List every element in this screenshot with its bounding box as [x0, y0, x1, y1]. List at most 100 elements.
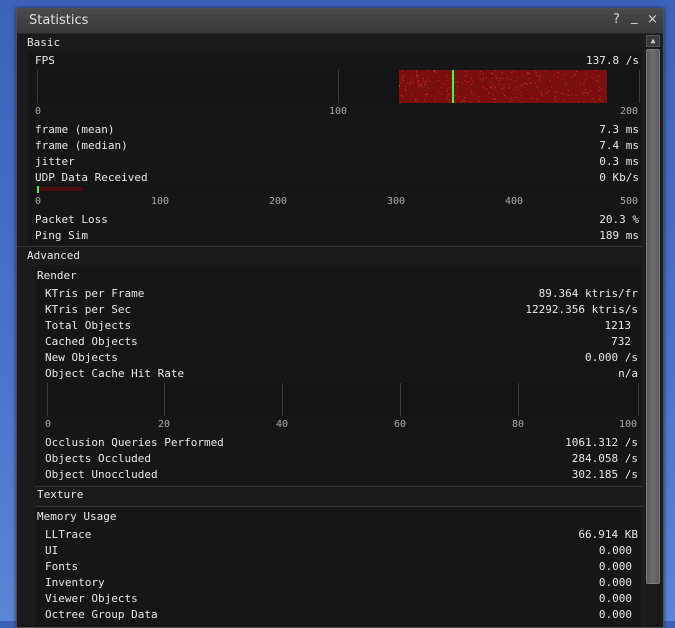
frame-median-row[interactable]: frame (median) 7.4 ms — [35, 138, 639, 154]
fps-sample-dot — [587, 93, 588, 94]
fps-sample-dot — [405, 90, 406, 91]
udp-label: UDP Data Received — [35, 170, 148, 186]
lltrace-row[interactable]: LLTrace 66.914 KB — [45, 527, 638, 543]
udp-range-bar — [40, 187, 82, 191]
close-button[interactable]: × — [647, 12, 658, 28]
render-section-header[interactable]: Render — [37, 268, 77, 284]
stats-content: Basic FPS 137.8 /s 0 100 200 frame (mean… — [17, 34, 643, 627]
occlusion-row[interactable]: Occlusion Queries Performed 1061.312 /s — [45, 435, 638, 451]
fps-sample-dot — [526, 83, 527, 84]
fps-sample-dot — [424, 85, 425, 86]
fps-sample-dot — [554, 99, 555, 100]
fps-sample-dot — [521, 86, 522, 87]
fps-sample-dot — [483, 74, 484, 75]
texture-section-header[interactable]: Texture — [37, 487, 83, 503]
fps-sample-dot — [449, 101, 450, 102]
fps-sample-dot — [583, 92, 584, 93]
fps-sample-dot — [465, 71, 466, 72]
ping-sim-row[interactable]: Ping Sim 189 ms — [35, 228, 639, 244]
fps-row[interactable]: FPS 137.8 /s — [35, 53, 639, 69]
total-objects-row[interactable]: Total Objects 1213 — [45, 318, 631, 334]
udp-tick-label: 400 — [505, 196, 523, 208]
advanced-section-header[interactable]: Advanced — [27, 248, 80, 264]
unoccluded-row[interactable]: Object Unoccluded 302.185 /s — [45, 467, 638, 483]
fps-sample-dot — [490, 82, 491, 83]
cache-hit-row[interactable]: Object Cache Hit Rate n/a — [45, 366, 638, 382]
fps-sample-dot — [599, 87, 600, 88]
new-objects-row[interactable]: New Objects 0.000 /s — [45, 350, 638, 366]
occluded-label: Objects Occluded — [45, 451, 151, 467]
memory-section-header[interactable]: Memory Usage — [37, 509, 116, 525]
scroll-up-arrow-icon[interactable]: ▲ — [646, 35, 660, 47]
udp-row[interactable]: UDP Data Received 0 Kb/s — [35, 170, 639, 186]
help-button[interactable]: ? — [613, 12, 620, 28]
ui-memory-row[interactable]: UI 0.000 — [45, 543, 632, 559]
ktris-frame-label: KTris per Frame — [45, 286, 144, 302]
fps-sample-dot — [437, 92, 438, 93]
minimize-button[interactable]: _ — [631, 10, 638, 26]
fps-sample-dot — [480, 71, 481, 72]
fps-sample-dot — [523, 75, 524, 76]
jitter-label: jitter — [35, 154, 75, 170]
fonts-memory-row[interactable]: Fonts 0.000 — [45, 559, 632, 575]
fps-sample-dot — [558, 73, 559, 74]
fps-graph[interactable] — [37, 70, 640, 103]
fps-sample-dot — [457, 89, 458, 90]
fps-sample-dot — [478, 73, 479, 74]
fps-sample-dot — [576, 71, 577, 72]
udp-tick-label: 200 — [269, 196, 287, 208]
fps-sample-dot — [531, 83, 532, 84]
fps-sample-dot — [563, 100, 564, 101]
scroll-thumb[interactable] — [646, 49, 660, 584]
frame-mean-row[interactable]: frame (mean) 7.3 ms — [35, 122, 639, 138]
basic-section-header[interactable]: Basic — [27, 35, 60, 51]
packet-loss-row[interactable]: Packet Loss 20.3 % — [35, 212, 639, 228]
ping-sim-value: 189 ms — [599, 228, 639, 244]
fps-tick-label: 0 — [35, 106, 41, 118]
jitter-row[interactable]: jitter 0.3 ms — [35, 154, 639, 170]
fps-sample-dot — [513, 81, 514, 82]
fps-sample-dot — [520, 95, 521, 96]
cache-hit-graph[interactable] — [47, 383, 639, 416]
frame-mean-value: 7.3 ms — [599, 122, 639, 138]
inventory-memory-row[interactable]: Inventory 0.000 — [45, 575, 632, 591]
ktris-sec-row[interactable]: KTris per Sec 12292.356 ktris/s — [45, 302, 638, 318]
cached-objects-row[interactable]: Cached Objects 732 — [45, 334, 631, 350]
fps-sample-dot — [571, 103, 572, 104]
occluded-row[interactable]: Objects Occluded 284.058 /s — [45, 451, 638, 467]
fps-sample-dot — [479, 96, 480, 97]
viewer-objects-memory-value: 0.000 — [599, 591, 632, 607]
fps-tick-label: 100 — [329, 106, 347, 118]
fps-sample-dot — [495, 87, 496, 88]
fps-sample-dot — [563, 75, 564, 76]
fps-sample-dot — [434, 103, 435, 104]
fps-sample-dot — [584, 101, 585, 102]
total-objects-label: Total Objects — [45, 318, 131, 334]
fps-sample-dot — [571, 95, 572, 96]
vertical-scrollbar[interactable]: ▲ — [645, 34, 661, 627]
fps-sample-dot — [598, 76, 599, 77]
fps-sample-dot — [426, 93, 427, 94]
fps-sample-dot — [400, 102, 401, 103]
udp-graph[interactable] — [37, 186, 640, 193]
fps-sample-dot — [490, 86, 491, 87]
statistics-window[interactable]: Statistics ? _ × Basic FPS 137.8 /s 0 10… — [16, 8, 664, 628]
fps-sample-dot — [498, 84, 499, 85]
viewer-objects-memory-row[interactable]: Viewer Objects 0.000 — [45, 591, 632, 607]
fps-sample-dot — [521, 102, 522, 103]
title-bar[interactable]: Statistics ? _ × — [17, 9, 663, 34]
fps-sample-dot — [491, 88, 492, 89]
cache-gridline — [164, 383, 165, 416]
fps-sample-dot — [421, 86, 422, 87]
fps-sample-dot — [486, 77, 487, 78]
ktris-frame-row[interactable]: KTris per Frame 89.364 ktris/fr — [45, 286, 638, 302]
fps-sample-dot — [410, 82, 411, 83]
fps-sample-dot — [536, 99, 537, 100]
fps-sample-dot — [447, 80, 448, 81]
fps-sample-dot — [493, 99, 494, 100]
fps-sample-dot — [496, 78, 497, 79]
fps-sample-dot — [535, 83, 536, 84]
fps-sample-dot — [446, 89, 447, 90]
fps-sample-dot — [483, 87, 484, 88]
fps-sample-dot — [480, 78, 481, 79]
